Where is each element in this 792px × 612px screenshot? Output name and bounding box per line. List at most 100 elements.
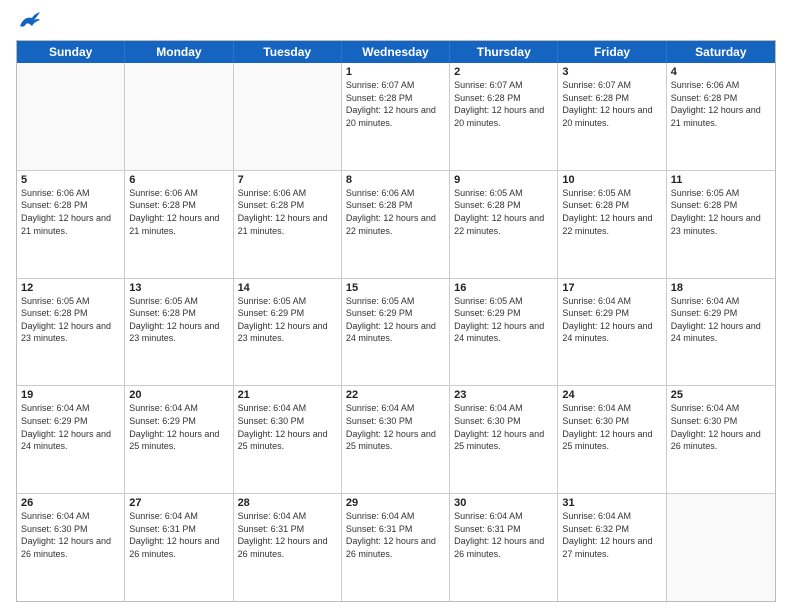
calendar-cell: 15Sunrise: 6:05 AMSunset: 6:29 PMDayligh… [342,279,450,386]
calendar-cell: 14Sunrise: 6:05 AMSunset: 6:29 PMDayligh… [234,279,342,386]
calendar-cell: 25Sunrise: 6:04 AMSunset: 6:30 PMDayligh… [667,386,775,493]
day-header-friday: Friday [558,41,666,63]
day-number: 25 [671,389,771,401]
day-number: 6 [129,174,228,186]
calendar-cell: 3Sunrise: 6:07 AMSunset: 6:28 PMDaylight… [558,63,666,170]
page: SundayMondayTuesdayWednesdayThursdayFrid… [0,0,792,612]
calendar-cell [234,63,342,170]
calendar-cell: 18Sunrise: 6:04 AMSunset: 6:29 PMDayligh… [667,279,775,386]
day-header-saturday: Saturday [667,41,775,63]
calendar-header-row: SundayMondayTuesdayWednesdayThursdayFrid… [17,41,775,63]
day-number: 29 [346,497,445,509]
calendar-cell: 26Sunrise: 6:04 AMSunset: 6:30 PMDayligh… [17,494,125,601]
day-number: 23 [454,389,553,401]
day-number: 7 [238,174,337,186]
day-info: Sunrise: 6:06 AMSunset: 6:28 PMDaylight:… [238,187,337,237]
calendar-cell: 19Sunrise: 6:04 AMSunset: 6:29 PMDayligh… [17,386,125,493]
calendar-cell: 24Sunrise: 6:04 AMSunset: 6:30 PMDayligh… [558,386,666,493]
day-number: 2 [454,66,553,78]
day-header-tuesday: Tuesday [234,41,342,63]
calendar-week-4: 19Sunrise: 6:04 AMSunset: 6:29 PMDayligh… [17,386,775,494]
calendar-cell: 8Sunrise: 6:06 AMSunset: 6:28 PMDaylight… [342,171,450,278]
calendar-cell: 20Sunrise: 6:04 AMSunset: 6:29 PMDayligh… [125,386,233,493]
day-header-sunday: Sunday [17,41,125,63]
day-number: 31 [562,497,661,509]
calendar-cell [17,63,125,170]
calendar-cell: 5Sunrise: 6:06 AMSunset: 6:28 PMDaylight… [17,171,125,278]
calendar-cell: 27Sunrise: 6:04 AMSunset: 6:31 PMDayligh… [125,494,233,601]
day-info: Sunrise: 6:04 AMSunset: 6:29 PMDaylight:… [562,295,661,345]
day-number: 19 [21,389,120,401]
day-info: Sunrise: 6:04 AMSunset: 6:31 PMDaylight:… [129,510,228,560]
day-number: 12 [21,282,120,294]
day-info: Sunrise: 6:04 AMSunset: 6:30 PMDaylight:… [562,402,661,452]
day-number: 15 [346,282,445,294]
calendar-week-1: 1Sunrise: 6:07 AMSunset: 6:28 PMDaylight… [17,63,775,171]
day-number: 10 [562,174,661,186]
day-info: Sunrise: 6:04 AMSunset: 6:32 PMDaylight:… [562,510,661,560]
calendar-cell: 30Sunrise: 6:04 AMSunset: 6:31 PMDayligh… [450,494,558,601]
day-header-monday: Monday [125,41,233,63]
day-number: 8 [346,174,445,186]
calendar-week-5: 26Sunrise: 6:04 AMSunset: 6:30 PMDayligh… [17,494,775,601]
calendar-cell: 16Sunrise: 6:05 AMSunset: 6:29 PMDayligh… [450,279,558,386]
day-number: 18 [671,282,771,294]
day-info: Sunrise: 6:04 AMSunset: 6:30 PMDaylight:… [238,402,337,452]
day-info: Sunrise: 6:04 AMSunset: 6:29 PMDaylight:… [129,402,228,452]
day-number: 1 [346,66,445,78]
day-info: Sunrise: 6:04 AMSunset: 6:29 PMDaylight:… [21,402,120,452]
day-info: Sunrise: 6:05 AMSunset: 6:28 PMDaylight:… [671,187,771,237]
day-info: Sunrise: 6:07 AMSunset: 6:28 PMDaylight:… [562,79,661,129]
day-number: 3 [562,66,661,78]
calendar-cell: 1Sunrise: 6:07 AMSunset: 6:28 PMDaylight… [342,63,450,170]
day-info: Sunrise: 6:06 AMSunset: 6:28 PMDaylight:… [129,187,228,237]
header [16,12,776,32]
calendar-cell: 7Sunrise: 6:06 AMSunset: 6:28 PMDaylight… [234,171,342,278]
day-info: Sunrise: 6:06 AMSunset: 6:28 PMDaylight:… [21,187,120,237]
day-info: Sunrise: 6:07 AMSunset: 6:28 PMDaylight:… [454,79,553,129]
calendar-cell: 17Sunrise: 6:04 AMSunset: 6:29 PMDayligh… [558,279,666,386]
day-info: Sunrise: 6:05 AMSunset: 6:29 PMDaylight:… [454,295,553,345]
calendar: SundayMondayTuesdayWednesdayThursdayFrid… [16,40,776,602]
day-info: Sunrise: 6:06 AMSunset: 6:28 PMDaylight:… [671,79,771,129]
calendar-week-3: 12 Sunrise: 6:05 AMSunset: 6:28 PMDayligh… [17,279,775,387]
calendar-week-2: 5Sunrise: 6:06 AMSunset: 6:28 PMDaylight… [17,171,775,279]
bird-icon [18,12,40,30]
day-number: 13 [129,282,228,294]
calendar-cell: 10Sunrise: 6:05 AMSunset: 6:28 PMDayligh… [558,171,666,278]
day-info: Sunrise: 6:06 AMSunset: 6:28 PMDaylight:… [346,187,445,237]
calendar-cell: 28Sunrise: 6:04 AMSunset: 6:31 PMDayligh… [234,494,342,601]
logo [16,12,40,32]
calendar-cell: 6Sunrise: 6:06 AMSunset: 6:28 PMDaylight… [125,171,233,278]
calendar-cell: 2Sunrise: 6:07 AMSunset: 6:28 PMDaylight… [450,63,558,170]
day-number: 5 [21,174,120,186]
calendar-cell: 29Sunrise: 6:04 AMSunset: 6:31 PMDayligh… [342,494,450,601]
day-info: Sunrise: 6:04 AMSunset: 6:30 PMDaylight:… [454,402,553,452]
day-number: 28 [238,497,337,509]
calendar-cell: 23Sunrise: 6:04 AMSunset: 6:30 PMDayligh… [450,386,558,493]
day-info: Sunrise: 6:04 AMSunset: 6:29 PMDaylight:… [671,295,771,345]
day-number: 22 [346,389,445,401]
day-number: 20 [129,389,228,401]
day-number: 24 [562,389,661,401]
day-number: 17 [562,282,661,294]
calendar-cell: 11Sunrise: 6:05 AMSunset: 6:28 PMDayligh… [667,171,775,278]
calendar-cell: 4Sunrise: 6:06 AMSunset: 6:28 PMDaylight… [667,63,775,170]
day-number: 11 [671,174,771,186]
day-number: 27 [129,497,228,509]
calendar-cell [667,494,775,601]
day-info: Sunrise: 6:04 AMSunset: 6:30 PMDaylight:… [21,510,120,560]
day-info: Sunrise: 6:04 AMSunset: 6:31 PMDaylight:… [454,510,553,560]
day-info: Sunrise: 6:05 AMSunset: 6:28 PMDaylight:… [129,295,228,345]
calendar-cell: 13Sunrise: 6:05 AMSunset: 6:28 PMDayligh… [125,279,233,386]
calendar-body: 1Sunrise: 6:07 AMSunset: 6:28 PMDaylight… [17,63,775,601]
calendar-cell: 31Sunrise: 6:04 AMSunset: 6:32 PMDayligh… [558,494,666,601]
calendar-cell [125,63,233,170]
day-header-wednesday: Wednesday [342,41,450,63]
day-info: Sunrise: 6:05 AMSunset: 6:29 PMDaylight:… [346,295,445,345]
day-number: 16 [454,282,553,294]
day-info: Sunrise: 6:05 AMSunset: 6:28 PMDaylight:… [454,187,553,237]
day-info: Sunrise: 6:07 AMSunset: 6:28 PMDaylight:… [346,79,445,129]
day-number: 21 [238,389,337,401]
day-info: Sunrise: 6:04 AMSunset: 6:31 PMDaylight:… [238,510,337,560]
